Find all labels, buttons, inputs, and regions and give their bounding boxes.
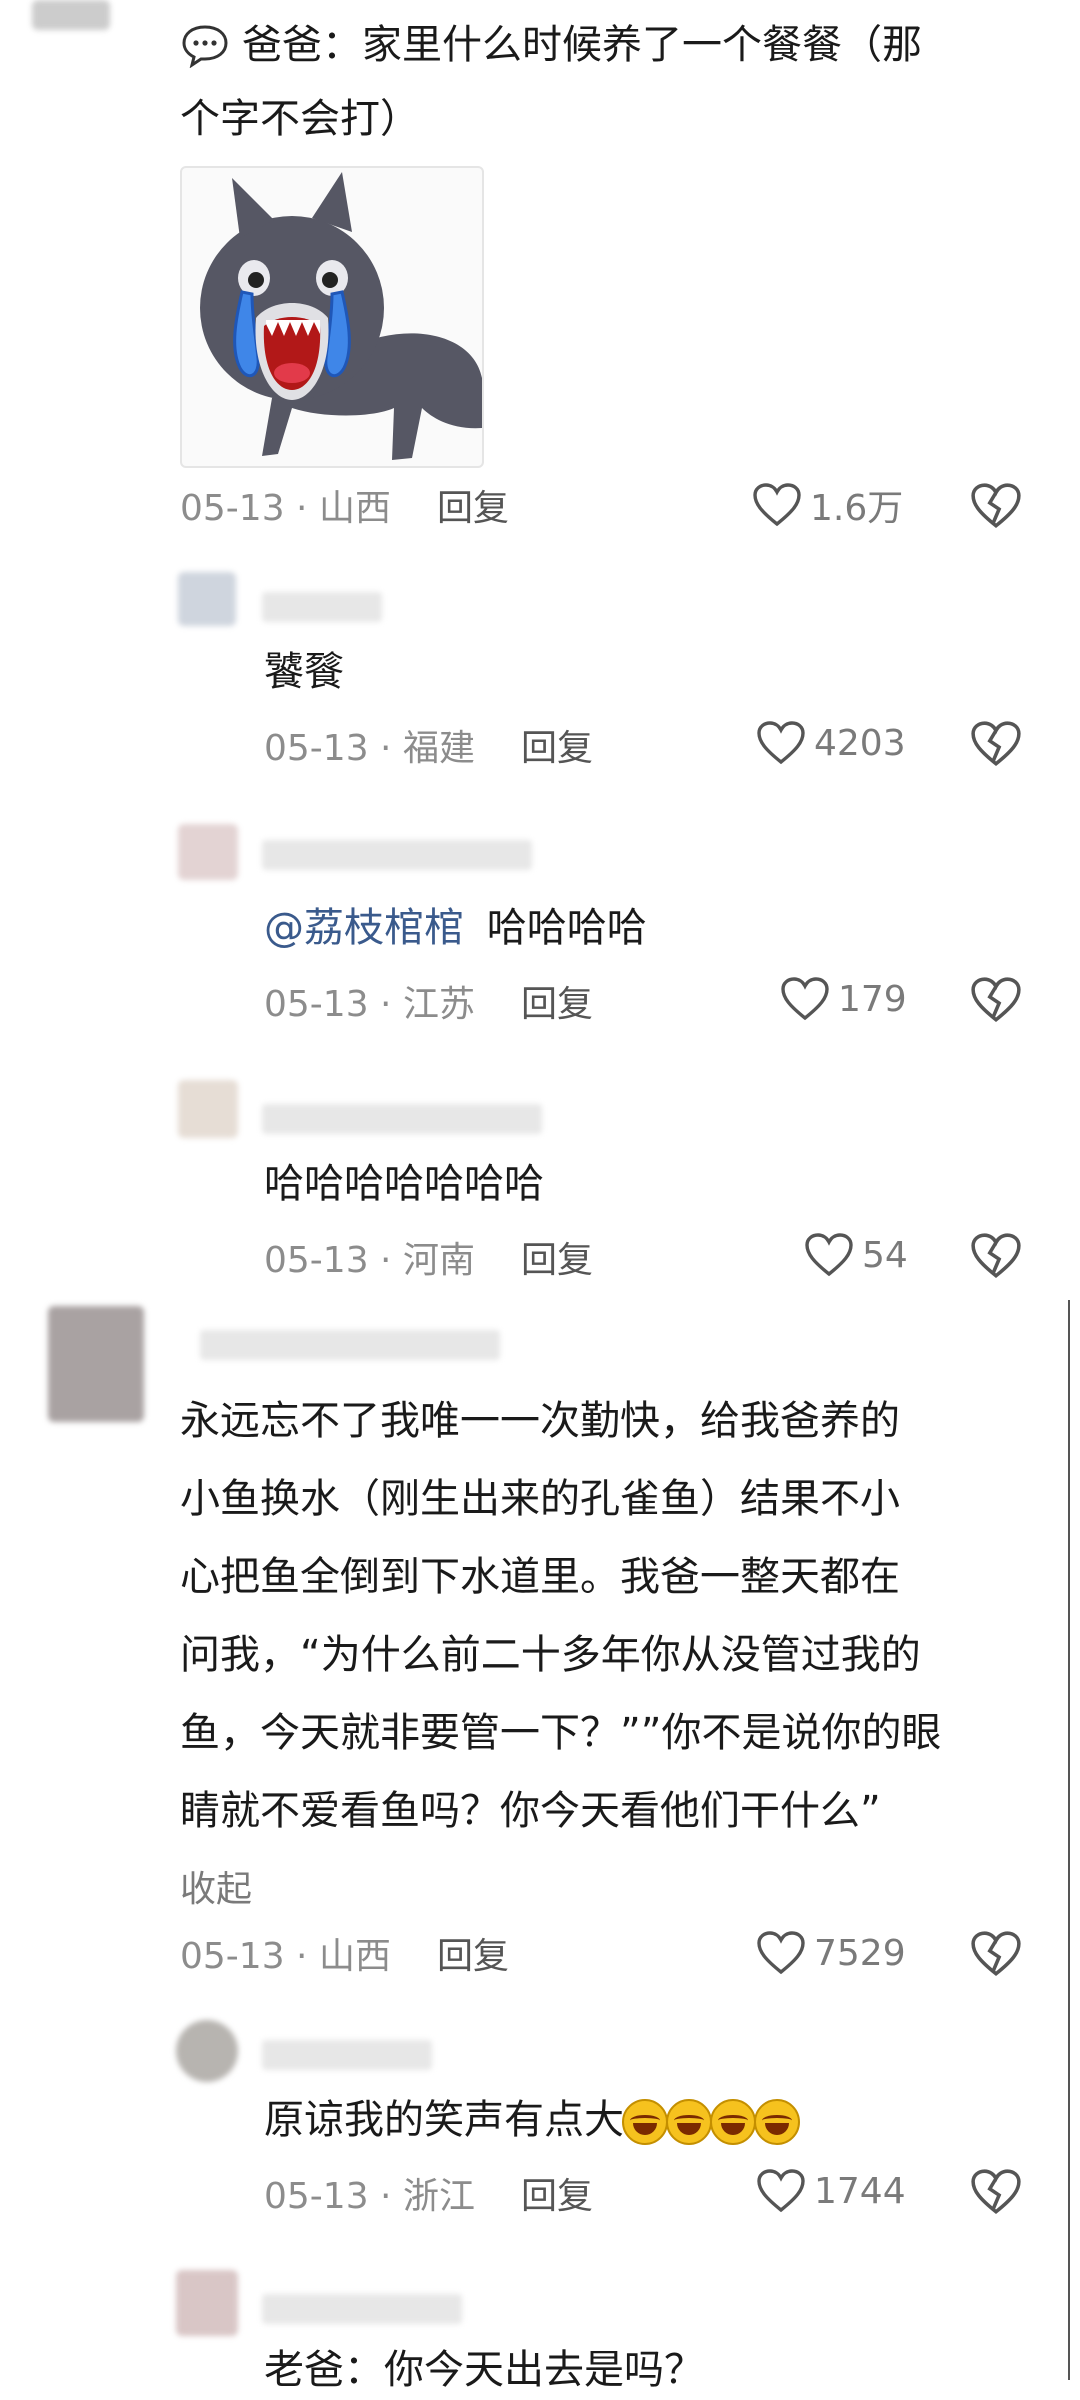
crying-cat-sticker[interactable] [180, 166, 484, 468]
laughing-emoji-icon [754, 2099, 800, 2145]
reply-username[interactable] [262, 1104, 542, 1134]
avatar[interactable] [48, 1306, 144, 1422]
reply-meta: 05-13 · 河南 回复 [264, 1232, 593, 1282]
reply-date-location: 05-13 · 江苏 [264, 984, 475, 1025]
heart-icon [753, 483, 801, 527]
reply-text: 老爸：你今天出去是吗？ [264, 2347, 704, 2393]
laughing-emoji-icon [622, 2099, 668, 2145]
like-count: 54 [862, 1234, 908, 1276]
broken-heart-icon [971, 1931, 1021, 1977]
reply-meta: 05-13 · 浙江 回复 [264, 2168, 593, 2218]
reply-meta: 05-13 · 福建 回复 [264, 720, 593, 770]
broken-heart-icon [971, 1233, 1021, 1279]
collapse-link[interactable]: 收起 [180, 1860, 252, 1912]
dislike-button[interactable] [970, 1230, 1022, 1286]
broken-heart-icon [971, 977, 1021, 1023]
comment-text: 永远忘不了我唯一一次勤快，给我爸养的 小鱼换水（刚生出来的孔雀鱼）结果不小 心把… [180, 1398, 942, 1834]
broken-heart-icon [971, 483, 1021, 529]
like-count: 1.6万 [810, 488, 904, 529]
reply-button[interactable]: 回复 [521, 1231, 593, 1283]
reply-username[interactable] [262, 592, 382, 622]
reply-date-location: 05-13 · 河南 [264, 1240, 475, 1281]
like-button[interactable]: 54 [804, 1230, 908, 1280]
avatar[interactable] [178, 572, 236, 626]
reply-button[interactable]: 回复 [521, 2167, 593, 2219]
like-count: 4203 [814, 722, 906, 764]
reply-username[interactable] [262, 840, 532, 870]
heart-icon [781, 977, 829, 1021]
comment-meta: 05-13 · 山西 回复 [180, 1928, 509, 1978]
avatar[interactable] [32, 0, 110, 30]
like-button[interactable]: 179 [780, 974, 907, 1024]
heart-icon [757, 721, 805, 765]
reply-text: @荔枝棺棺 哈哈哈哈 [264, 905, 647, 951]
dislike-button[interactable] [970, 718, 1022, 774]
like-count: 1744 [814, 2170, 906, 2212]
speech-bubble-icon [182, 25, 228, 68]
like-button[interactable]: 1744 [756, 2166, 906, 2216]
dislike-button[interactable] [970, 2166, 1022, 2222]
comment-text: 爸爸：家里什么时候养了一个餐餐（那 个字不会打） [180, 22, 922, 142]
heart-icon [805, 1233, 853, 1277]
reply-meta: 05-13 · 江苏 回复 [264, 976, 593, 1026]
heart-icon [757, 2169, 805, 2213]
avatar[interactable] [176, 2270, 238, 2336]
avatar[interactable] [178, 1080, 238, 1138]
reply-username[interactable] [262, 2040, 432, 2070]
reply-text: 原谅我的笑声有点大 [264, 2090, 800, 2150]
reply-button[interactable]: 回复 [437, 1927, 509, 1979]
reply-button[interactable]: 回复 [437, 479, 509, 531]
laughing-emoji-icon [666, 2099, 712, 2145]
dislike-button[interactable] [970, 1928, 1022, 1984]
heart-icon [757, 1931, 805, 1975]
like-count: 7529 [814, 1932, 906, 1974]
reply-username[interactable] [262, 2294, 462, 2324]
like-button[interactable]: 1.6万 [752, 480, 903, 530]
broken-heart-icon [971, 2169, 1021, 2215]
laughing-emoji-icon [710, 2099, 756, 2145]
reply-date-location: 05-13 · 浙江 [264, 2176, 475, 2217]
dislike-button[interactable] [970, 974, 1022, 1030]
reply-date-location: 05-13 · 福建 [264, 728, 475, 769]
reply-text: 饕餮 [264, 649, 344, 695]
like-button[interactable]: 7529 [756, 1928, 906, 1978]
broken-heart-icon [971, 721, 1021, 767]
divider [1068, 1300, 1070, 2380]
reply-text: 哈哈哈哈哈哈哈 [264, 1161, 544, 1207]
comment-date-location: 05-13 · 山西 [180, 488, 391, 529]
like-count: 179 [838, 978, 907, 1020]
comment-username[interactable] [200, 1330, 500, 1360]
reply-button[interactable]: 回复 [521, 719, 593, 771]
avatar[interactable] [176, 2020, 238, 2082]
reply-button[interactable]: 回复 [521, 975, 593, 1027]
comment-meta: 05-13 · 山西 回复 [180, 480, 509, 530]
comment-date-location: 05-13 · 山西 [180, 1936, 391, 1977]
dislike-button[interactable] [970, 480, 1022, 536]
mention-link[interactable]: @荔枝棺棺 [264, 905, 464, 951]
avatar[interactable] [178, 824, 238, 880]
like-button[interactable]: 4203 [756, 718, 906, 768]
